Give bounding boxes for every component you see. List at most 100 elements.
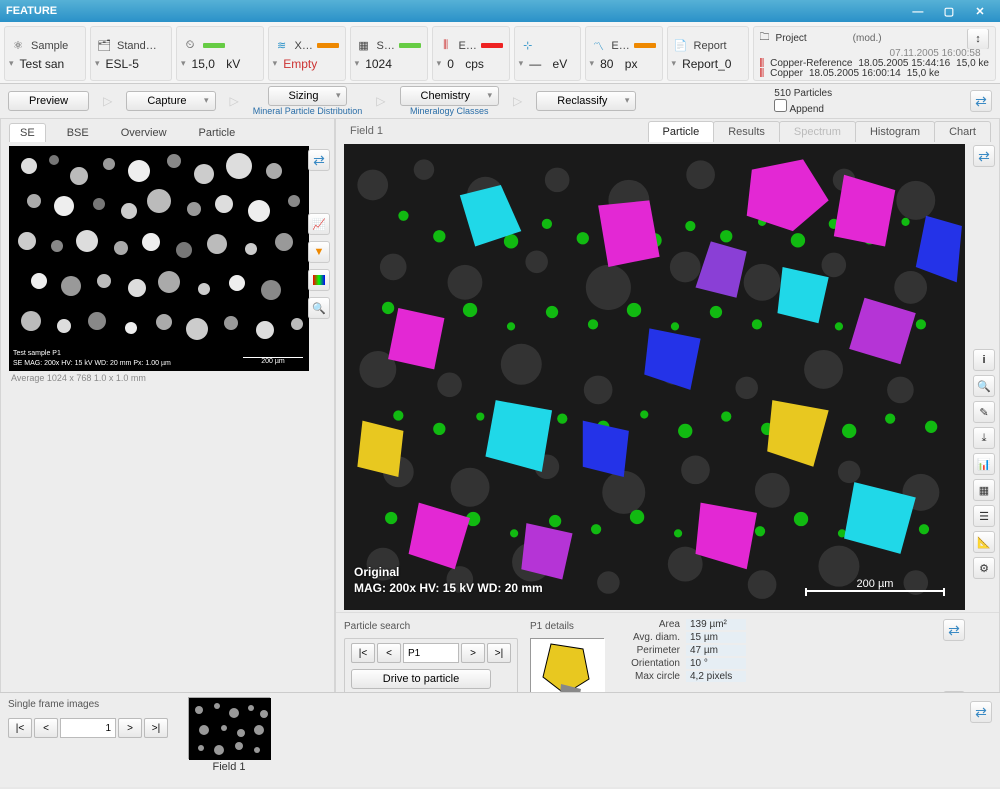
swap-icon: ⇄ [313, 152, 325, 169]
right-toolbar-upper: ⇄ [973, 145, 995, 167]
ribbon-standard[interactable]: 🗂Stand… ▾ESL-5 [90, 26, 172, 81]
grid-icon: ▦ [355, 37, 373, 55]
project-kv: 15,0 ke [956, 58, 989, 68]
tab-se[interactable]: SE [9, 123, 46, 142]
swap-button[interactable]: ⇄ [970, 90, 992, 112]
swap-button[interactable]: ⇄ [973, 145, 995, 167]
chevron-down-icon: ▾ [590, 58, 595, 69]
ribbon-ev[interactable]: ⊹ ▾— eV [514, 26, 581, 81]
append-input[interactable] [774, 99, 787, 112]
prev-button[interactable]: < [377, 643, 401, 663]
ribbon-e-cps[interactable]: ⫼E… ▾0 cps [432, 26, 510, 81]
settings-button[interactable]: ⚙ [973, 557, 995, 579]
last-frame-button[interactable]: >| [144, 718, 168, 738]
info-button[interactable]: i [973, 349, 995, 371]
app-title: FEATURE [6, 5, 57, 17]
bottom-strip: Single frame images |< < > >| Field 1 ⇄ [0, 692, 1000, 787]
chart-tool-button[interactable]: 📈 [308, 213, 330, 235]
ribbon-kv[interactable]: ⏲ ▾15,0 kV [176, 26, 264, 81]
layers-button[interactable]: ☰ [973, 505, 995, 527]
right-toolbar-lower: i 🔍 ✎ ⤓ 📊 ▦ ☰ 📐 ⚙ [973, 349, 995, 579]
bottom-title: Single frame images [8, 697, 168, 712]
separator-icon: ▷ [513, 94, 522, 108]
chart2-button[interactable]: 📊 [973, 453, 995, 475]
swap-button[interactable]: ⇄ [970, 701, 992, 723]
ribbon-value: ESL-5 [106, 57, 139, 71]
spectrum-icon: ⫼ [760, 68, 765, 78]
left-tabs: SE BSE Overview Particle [1, 119, 334, 142]
ribbon-value: 15,0 [192, 57, 215, 71]
ribbon-report[interactable]: 📄Report ▾Report_0 [667, 26, 749, 81]
project-item[interactable]: Copper-Reference [770, 58, 852, 68]
tab-histogram[interactable]: Histogram [855, 121, 935, 142]
first-frame-button[interactable]: |< [8, 718, 32, 738]
ribbon-unit: cps [465, 57, 484, 71]
tab-particle[interactable]: Particle [648, 121, 715, 142]
capture-button[interactable]: Capture [126, 91, 215, 111]
ribbon-s[interactable]: ▦S… ▾1024 [350, 26, 428, 81]
edit-button[interactable]: ✎ [973, 401, 995, 423]
se-image[interactable]: Test sample P1 SE MAG: 200x HV: 15 kV WD… [9, 146, 309, 371]
maximize-button[interactable]: ▢ [935, 5, 963, 18]
next-frame-button[interactable]: > [118, 718, 142, 738]
tab-results[interactable]: Results [713, 121, 780, 142]
ribbon-sample[interactable]: ⚛Sample ▾Test san [4, 26, 86, 81]
se-overlay-params: SE MAG: 200x HV: 15 kV WD: 20 mm Px: 1.0… [13, 360, 171, 367]
swap-icon: ⇄ [978, 148, 990, 165]
project-date: 18.05.2005 16:00:14 [809, 68, 901, 78]
particle-properties: Area139 µm² Avg. diam.15 µm Perimeter47 … [616, 619, 746, 682]
ribbon-value: — [529, 57, 541, 71]
ribbon-label: Stand… [117, 40, 157, 52]
frame-thumb-label: Field 1 [212, 761, 245, 773]
project-title: Project [776, 33, 807, 44]
project-modified: (mod.) [853, 33, 882, 44]
measure-button[interactable]: 📐 [973, 531, 995, 553]
export-button[interactable]: ⤓ [973, 427, 995, 449]
zoom-button[interactable]: 🔍 [973, 375, 995, 397]
project-expand-button[interactable]: ↕ [967, 29, 989, 49]
preview-button[interactable]: Preview [8, 91, 89, 111]
first-button[interactable]: |< [351, 643, 375, 663]
tab-bse[interactable]: BSE [56, 123, 100, 142]
drive-to-particle-button[interactable]: Drive to particle [351, 669, 491, 689]
frame-thumbnail[interactable] [188, 697, 270, 759]
clock-icon: ⏲ [181, 37, 199, 55]
status-indicator [399, 43, 421, 48]
tab-particle[interactable]: Particle [188, 123, 247, 142]
prop-key: Orientation [616, 658, 686, 669]
filter-tool-button[interactable]: ▼ [308, 241, 330, 263]
prev-frame-button[interactable]: < [34, 718, 58, 738]
chemistry-button[interactable]: Chemistry [400, 86, 500, 106]
swap-button[interactable]: ⇄ [943, 619, 965, 641]
frame-index-input[interactable] [60, 718, 116, 738]
reclassify-button[interactable]: Reclassify [536, 91, 636, 111]
chevron-down-icon: ▾ [355, 58, 360, 69]
particle-id-input[interactable] [403, 643, 459, 663]
zoom-tool-button[interactable]: 🔍 [308, 297, 330, 319]
chevron-down-icon: ▾ [437, 58, 442, 69]
minimize-button[interactable]: — [904, 6, 932, 18]
close-button[interactable]: ✕ [966, 5, 994, 18]
next-button[interactable]: > [461, 643, 485, 663]
palette-tool-button[interactable] [308, 269, 330, 291]
ribbon-x[interactable]: ≋X… ▾Empty [268, 26, 346, 81]
prop-val: 15 µm [686, 632, 746, 643]
main-image[interactable]: Original MAG: 200x HV: 15 kV WD: 20 mm 2… [344, 144, 965, 610]
project-kv: 15,0 ke [907, 68, 940, 78]
tab-chart[interactable]: Chart [934, 121, 991, 142]
swap-icon: ⇄ [975, 93, 987, 110]
project-item[interactable]: Copper [770, 68, 803, 78]
ribbon-label: S… [377, 40, 395, 52]
left-toolbar: ⇄ 📈 ▼ 🔍 [308, 149, 330, 319]
ribbon-e-px[interactable]: 〽E… ▾80 px [585, 26, 663, 81]
ribbon-label: E… [611, 40, 629, 52]
se-caption: Average 1024 x 768 1.0 x 1.0 mm [1, 373, 334, 389]
append-checkbox[interactable]: Append [774, 99, 824, 115]
last-button[interactable]: >| [487, 643, 511, 663]
tab-overview[interactable]: Overview [110, 123, 178, 142]
grid2-button[interactable]: ▦ [973, 479, 995, 501]
ribbon-label: X… [295, 40, 313, 52]
sizing-button[interactable]: Sizing [268, 86, 348, 106]
swap-button[interactable]: ⇄ [308, 149, 330, 171]
curve-icon: 〽 [590, 37, 608, 55]
